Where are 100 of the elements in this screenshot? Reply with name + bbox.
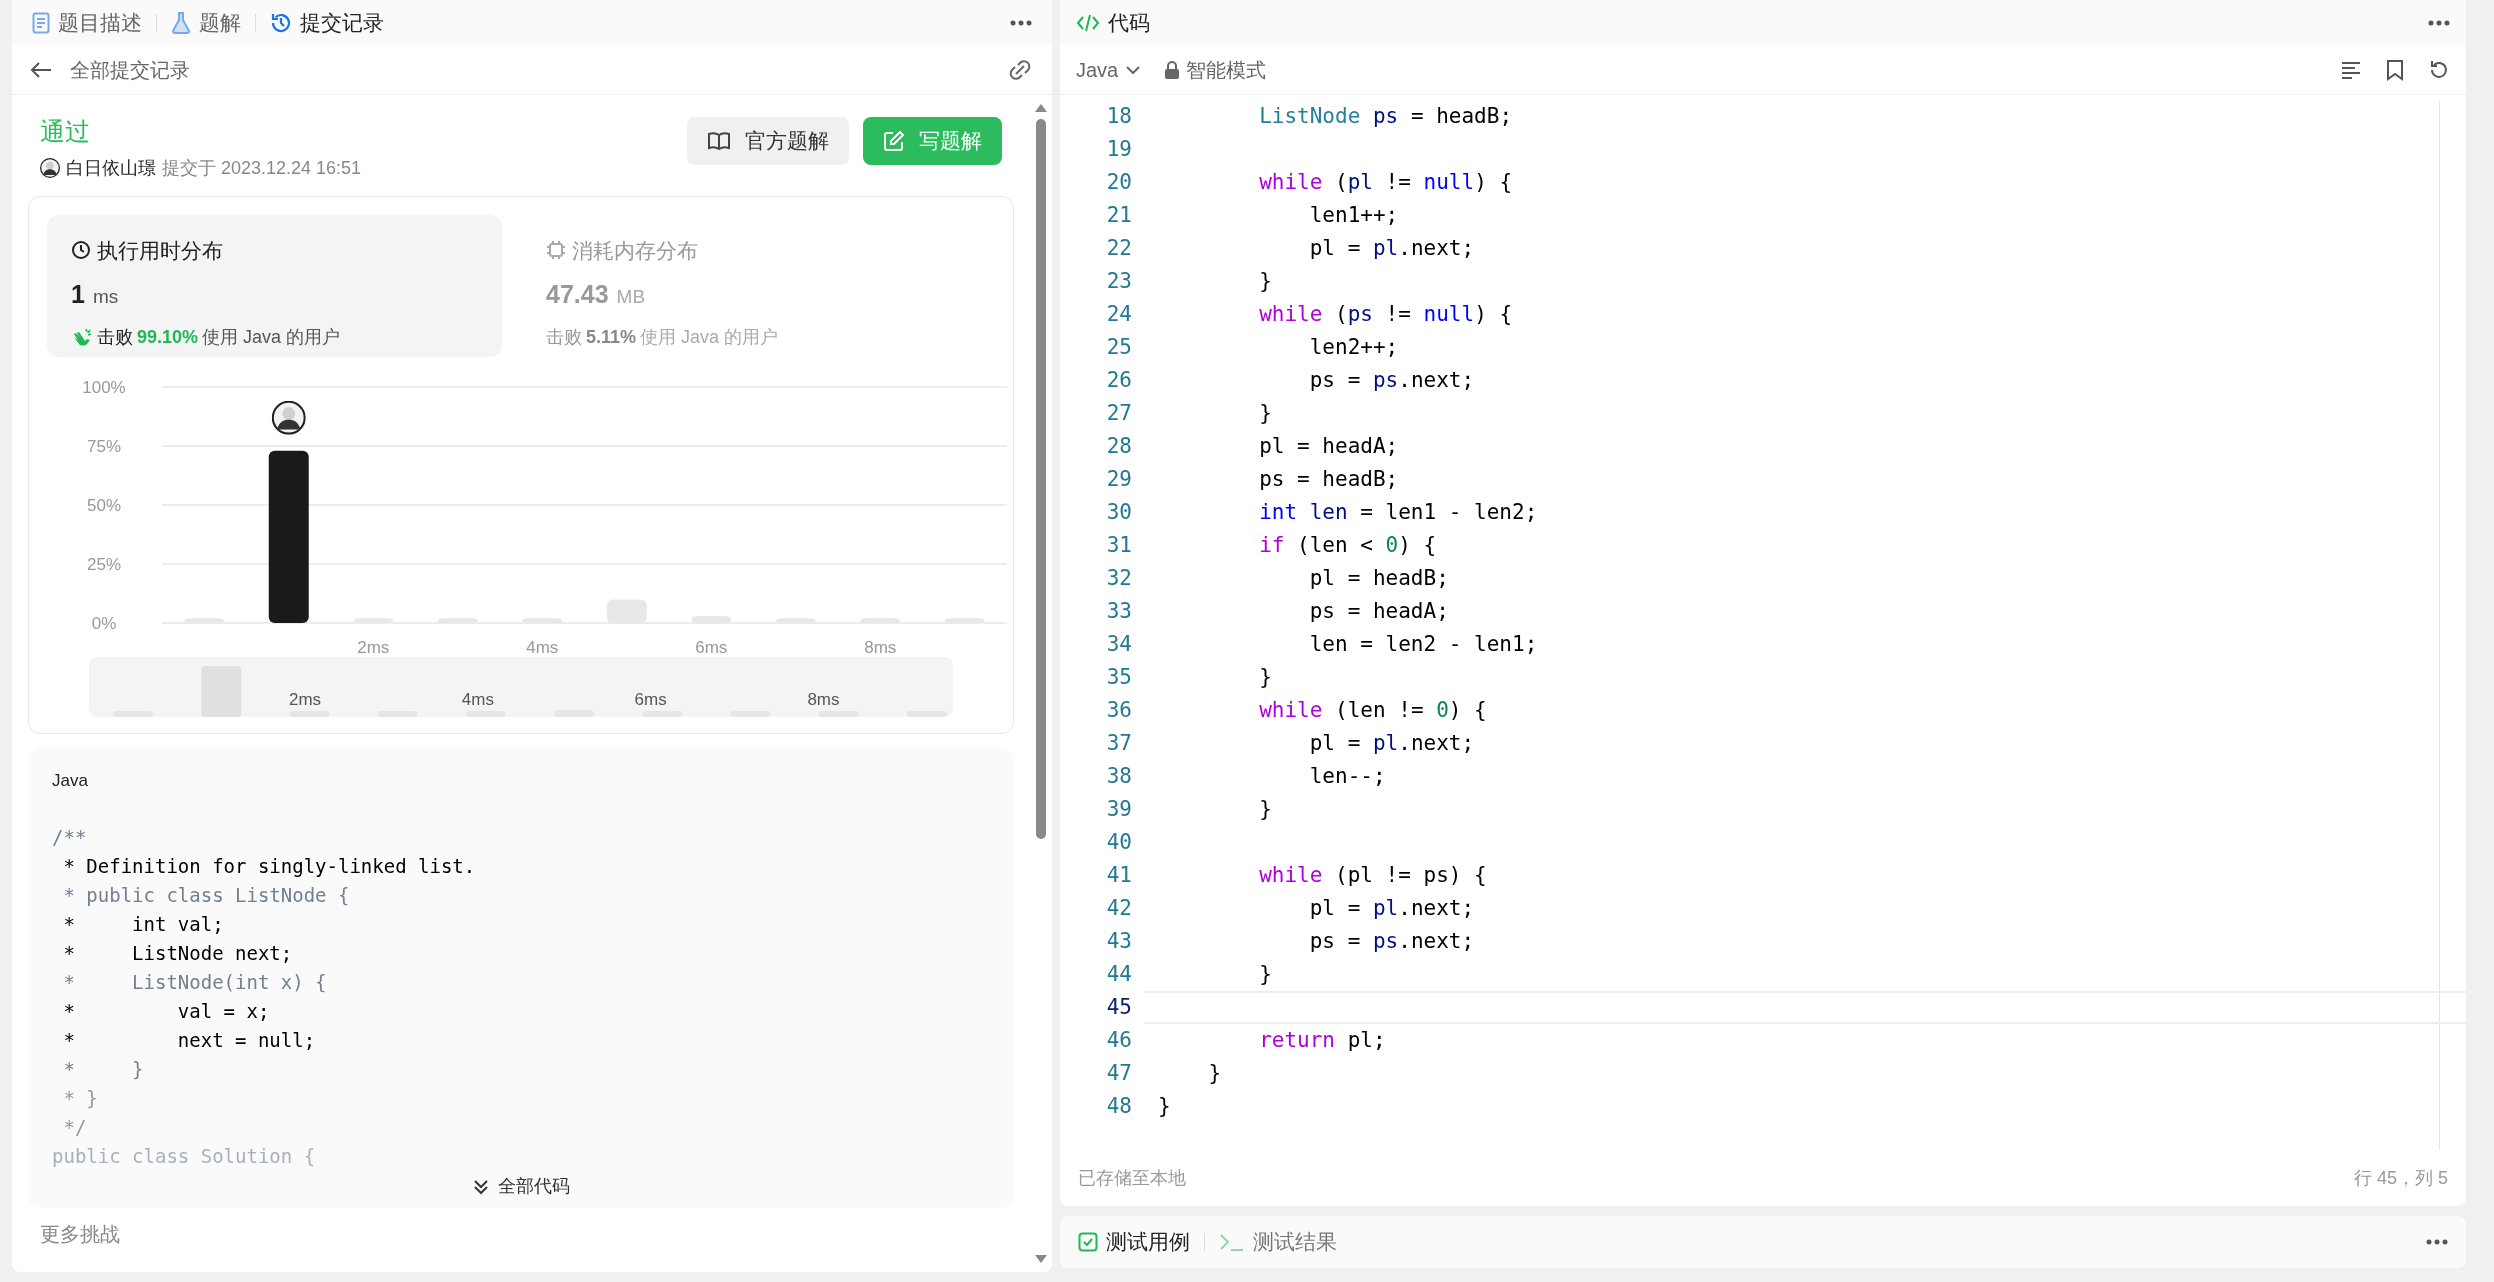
overview-bar [818, 710, 859, 717]
code-line: len1++; [1308, 202, 1400, 229]
reset-icon[interactable] [2428, 58, 2450, 81]
panel-tab[interactable]: 测试结果 [1219, 1226, 1337, 1258]
terminal-icon [1219, 1232, 1245, 1252]
line-number: 36 [1105, 697, 1132, 724]
code-line: if (len < 0) { [1258, 532, 1438, 559]
stat-unit: MB [616, 285, 646, 309]
line-number: 30 [1105, 499, 1132, 526]
overview-tick-label: 4ms [461, 689, 494, 710]
line-number: 42 [1105, 895, 1132, 922]
section-heading: 更多挑战 [39, 1222, 121, 1246]
beat-percent: 5.11% [586, 325, 637, 349]
code-line: pl = pl.next; [1308, 895, 1476, 922]
x-tick-label: 8ms [864, 637, 897, 657]
line-number: 29 [1105, 466, 1132, 493]
show-all-code-button[interactable]: 全部代码 [472, 1173, 570, 1200]
bookmark-icon[interactable] [2386, 58, 2404, 81]
code-line: while (pl != null) { [1258, 169, 1514, 196]
line-number: 31 [1105, 532, 1132, 559]
avatar-icon [272, 401, 305, 434]
username[interactable]: 白日依山璟 [66, 154, 156, 182]
code-line: } [1258, 268, 1273, 295]
code-line: } [1258, 796, 1273, 823]
line-number: 39 [1105, 796, 1132, 823]
checkbox-icon [1078, 1232, 1098, 1252]
overview-bar [113, 710, 154, 717]
panel-title: 代码 [1108, 9, 1150, 36]
code-line: ps = ps.next; [1308, 367, 1476, 394]
book-icon [707, 131, 731, 151]
code-line: public class Solution { [52, 1144, 317, 1169]
code-line: } [1258, 664, 1273, 691]
avatar-icon [40, 158, 60, 178]
code-line: ListNode ps = headB; [1258, 103, 1514, 130]
line-number: 44 [1105, 961, 1132, 988]
overview-tick-label: 6ms [634, 689, 667, 710]
line-number: 32 [1105, 565, 1132, 592]
code-line: pl = pl.next; [1308, 235, 1476, 262]
code-line: } [1157, 1093, 1172, 1120]
back-arrow-icon[interactable] [30, 60, 52, 79]
stat-value: 47.43 [546, 279, 609, 310]
beat-label: 击败 [97, 325, 133, 349]
line-number: 40 [1105, 829, 1132, 856]
line-number: 21 [1105, 202, 1132, 229]
lock-icon [1164, 60, 1181, 79]
overview-bar [201, 665, 242, 717]
mode-label[interactable]: 智能模式 [1186, 54, 1267, 85]
more-icon[interactable] [2428, 19, 2450, 26]
back-link[interactable]: 全部提交记录 [70, 54, 190, 85]
line-number: 34 [1105, 631, 1132, 658]
code-line: while (len != 0) { [1258, 697, 1488, 724]
stat-value: 1 [71, 279, 85, 310]
beat-percent: 99.10% [137, 325, 199, 349]
line-number: 25 [1105, 334, 1132, 361]
overview-bar [730, 710, 771, 717]
language-dropdown[interactable]: Java [1076, 54, 1141, 85]
code-line: * ListNode(int x) { [62, 970, 328, 995]
code-line: ps = headB; [1258, 466, 1400, 493]
line-number: 19 [1105, 136, 1132, 163]
code-line: ps = ps.next; [1308, 928, 1476, 955]
panel-tab[interactable]: 提交记录 [270, 6, 384, 39]
code-line: * public class ListNode { [62, 883, 351, 908]
code-line: while (pl != ps) { [1258, 862, 1488, 889]
clock-icon [71, 240, 91, 261]
scroll-down-icon[interactable] [1034, 1254, 1048, 1264]
line-number: 38 [1105, 763, 1132, 790]
line-number: 45 [1105, 994, 1132, 1021]
x-tick-label: 6ms [695, 637, 728, 657]
submitted-time: 提交于 2023.12.24 16:51 [162, 156, 362, 180]
overview-bar [465, 710, 506, 717]
history-icon [270, 11, 292, 34]
panel-tab[interactable]: 测试用例 [1078, 1226, 1190, 1258]
code-line: */ [62, 1115, 88, 1140]
line-number: 48 [1105, 1093, 1132, 1120]
stat-title: 消耗内存分布 [572, 237, 698, 264]
line-number: 43 [1105, 928, 1132, 955]
y-tick-label: 100% [82, 377, 126, 397]
chip-icon [546, 240, 566, 261]
format-icon[interactable] [2340, 59, 2362, 80]
official-solution-button[interactable]: 官方题解 [687, 117, 849, 165]
status-text: 通过 [40, 116, 91, 147]
panel-tab[interactable]: 题目描述 [32, 6, 142, 39]
line-number: 27 [1105, 400, 1132, 427]
panel-tab[interactable]: 题解 [171, 6, 241, 39]
line-number: 20 [1105, 169, 1132, 196]
more-icon[interactable] [1010, 19, 1032, 26]
code-line: pl = headB; [1308, 565, 1450, 592]
y-tick-label: 50% [87, 495, 121, 515]
scroll-up-icon[interactable] [1034, 103, 1048, 113]
document-icon [32, 11, 50, 34]
code-line: pl = pl.next; [1308, 730, 1476, 757]
y-tick-label: 0% [91, 613, 117, 633]
more-icon[interactable] [2426, 1239, 2448, 1245]
range-overview[interactable]: 2ms 4ms 6ms 8ms [89, 656, 953, 717]
x-tick-label: 2ms [357, 637, 390, 657]
code-line: len = len2 - len1; [1308, 631, 1539, 658]
stat-tile[interactable]: 执行用时分布 1 ms 击败 99.10% 使用 Java 的用户 [47, 214, 502, 357]
line-number: 24 [1105, 301, 1132, 328]
overview-bar [289, 710, 330, 717]
code-line: pl = headA; [1258, 433, 1400, 460]
